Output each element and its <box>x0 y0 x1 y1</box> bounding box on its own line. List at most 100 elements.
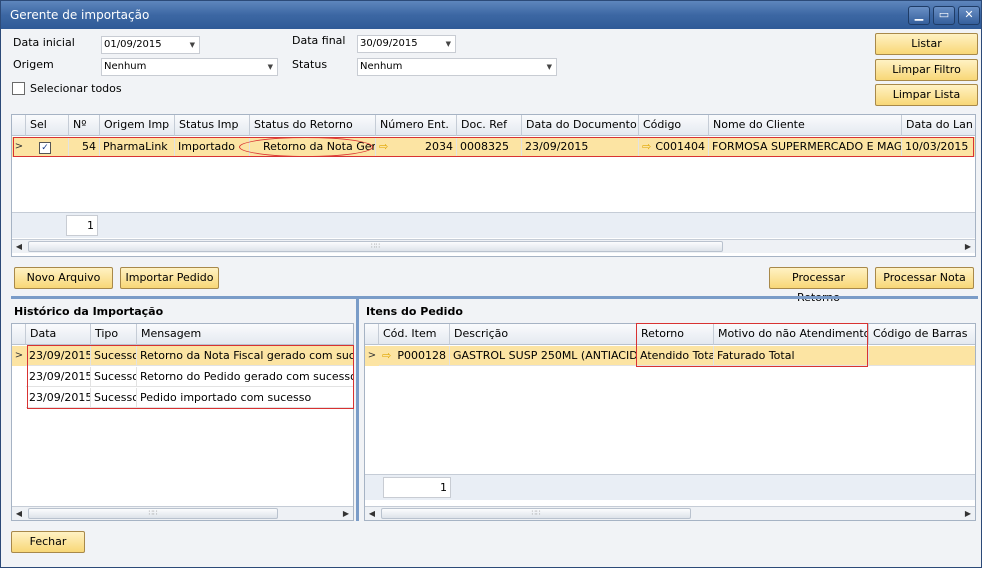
table-row[interactable]: 23/09/2015 Sucesso Retorno do Pedido ger… <box>12 367 353 387</box>
nome-cliente-cell: FORMOSA SUPERMERCADO E MAGAZINE <box>709 137 902 157</box>
vertical-splitter[interactable] <box>356 299 359 521</box>
col-header-mensagem[interactable]: Mensagem <box>137 324 353 345</box>
col-header-data[interactable]: Data <box>26 324 91 345</box>
data-cell: 23/09/2015 <box>26 346 91 366</box>
mensagem-cell: Retorno do Pedido gerado com sucesso <box>137 367 353 387</box>
row-indicator-icon: > <box>14 141 24 152</box>
col-header-numero[interactable]: Nº <box>69 115 100 136</box>
col-header-nome-cliente[interactable]: Nome do Cliente <box>709 115 902 136</box>
historico-grid: Data Tipo Mensagem > 23/09/2015 Sucesso … <box>11 323 354 521</box>
scroll-left-icon[interactable]: ◀ <box>12 240 26 253</box>
processar-nota-button[interactable]: Processar Nota <box>875 267 974 289</box>
selecionar-todos-checkbox[interactable] <box>12 82 25 95</box>
selecionar-todos-label: Selecionar todos <box>30 82 122 95</box>
horizontal-splitter[interactable] <box>11 296 978 299</box>
grid-footer: 1 <box>12 212 975 238</box>
chevron-down-icon[interactable]: ▼ <box>268 59 273 75</box>
limpar-lista-button[interactable]: Limpar Lista <box>875 84 978 106</box>
tipo-cell: Sucesso <box>91 367 137 387</box>
page-number-field[interactable]: 1 <box>66 215 98 236</box>
link-arrow-icon[interactable]: ⇨ <box>379 140 388 153</box>
importar-pedido-button[interactable]: Importar Pedido <box>120 267 219 289</box>
col-header-data-lan[interactable]: Data do Lan <box>902 115 975 136</box>
limpar-filtro-button[interactable]: Limpar Filtro <box>875 59 978 81</box>
scroll-thumb[interactable]: ∷∷ <box>28 508 278 519</box>
tipo-cell: Sucesso <box>91 388 137 408</box>
status-value: Nenhum <box>360 61 403 72</box>
row-indicator-header <box>12 324 26 345</box>
scroll-thumb[interactable]: ∷∷ <box>381 508 691 519</box>
row-indicator-icon: > <box>367 350 377 361</box>
page-number-field[interactable]: 1 <box>383 477 451 498</box>
col-header-numero-ent[interactable]: Número Ent. <box>376 115 457 136</box>
status-imp-cell: Importado <box>175 137 250 157</box>
fechar-button[interactable]: Fechar <box>11 531 85 553</box>
row-indicator-icon: > <box>14 350 24 361</box>
col-header-origem[interactable]: Origem Imp <box>100 115 175 136</box>
col-header-status-imp[interactable]: Status Imp <box>175 115 250 136</box>
origem-label: Origem <box>13 58 54 71</box>
cod-item-cell[interactable]: ⇨ P000128 <box>379 346 450 366</box>
data-final-label: Data final <box>292 34 346 47</box>
listar-button[interactable]: Listar <box>875 33 978 55</box>
doc-ref-cell: 0008325 <box>457 137 522 157</box>
col-header-cod-item[interactable]: Cód. Item <box>379 324 450 345</box>
maximize-button[interactable]: ▭ <box>933 6 955 25</box>
tipo-cell: Sucesso <box>91 346 137 366</box>
numero-ent-cell[interactable]: ⇨ 2034 <box>376 137 457 157</box>
horizontal-scrollbar[interactable]: ◀ ∷∷ ▶ <box>12 506 353 520</box>
table-row[interactable]: > ✓ 54 PharmaLink Importado Retorno da N… <box>12 137 975 157</box>
col-header-motivo[interactable]: Motivo do não Atendimento <box>714 324 869 345</box>
table-row[interactable]: > ⇨ P000128 GASTROL SUSP 250ML (ANTIACID… <box>365 346 975 366</box>
sel-cell[interactable]: ✓ <box>26 137 69 157</box>
data-lan-cell: 10/03/2015 <box>902 137 975 157</box>
close-button[interactable]: ✕ <box>958 6 980 25</box>
processar-retorno-button[interactable]: Processar Retorno <box>769 267 868 304</box>
col-header-descricao[interactable]: Descrição <box>450 324 637 345</box>
col-header-status-retorno[interactable]: Status do Retorno <box>250 115 376 136</box>
motivo-cell: Faturado Total <box>714 346 869 366</box>
col-header-codigo[interactable]: Código <box>639 115 709 136</box>
link-arrow-icon[interactable]: ⇨ <box>642 140 651 153</box>
table-row[interactable]: > 23/09/2015 Sucesso Retorno da Nota Fis… <box>12 346 353 366</box>
col-header-codigo-barras[interactable]: Código de Barras <box>869 324 975 345</box>
scroll-left-icon[interactable]: ◀ <box>365 507 379 520</box>
col-header-data-documento[interactable]: Data do Documento <box>522 115 639 136</box>
col-header-retorno[interactable]: Retorno <box>637 324 714 345</box>
scroll-right-icon[interactable]: ▶ <box>961 240 975 253</box>
scroll-right-icon[interactable]: ▶ <box>339 507 353 520</box>
col-header-sel[interactable]: Sel <box>26 115 69 136</box>
minimize-button[interactable]: ▁ <box>908 6 930 25</box>
col-header-tipo[interactable]: Tipo <box>91 324 137 345</box>
scroll-right-icon[interactable]: ▶ <box>961 507 975 520</box>
scroll-thumb[interactable]: ∷∷ <box>28 241 723 252</box>
horizontal-scrollbar[interactable]: ◀ ∷∷ ▶ <box>12 239 975 253</box>
retorno-cell: Atendido Total <box>637 346 714 366</box>
itens-title: Itens do Pedido <box>366 305 463 318</box>
status-select[interactable]: Nenhum ▼ <box>357 58 557 76</box>
title-bar[interactable]: Gerente de importação ▁ ▭ ✕ <box>1 1 981 29</box>
chevron-down-icon[interactable]: ▼ <box>547 59 552 75</box>
horizontal-scrollbar[interactable]: ◀ ∷∷ ▶ <box>365 506 975 520</box>
descricao-cell: GASTROL SUSP 250ML (ANTIACIDO) <box>450 346 637 366</box>
numero-cell: 54 <box>69 137 100 157</box>
codigo-value: C001404 <box>655 140 705 153</box>
chevron-down-icon[interactable]: ▼ <box>446 36 451 52</box>
data-documento-cell: 23/09/2015 <box>522 137 639 157</box>
novo-arquivo-button[interactable]: Novo Arquivo <box>14 267 113 289</box>
scroll-left-icon[interactable]: ◀ <box>12 507 26 520</box>
table-row[interactable]: 23/09/2015 Sucesso Pedido importado com … <box>12 388 353 408</box>
data-final-field[interactable]: 30/09/2015 ▼ <box>357 35 456 53</box>
col-header-doc-ref[interactable]: Doc. Ref <box>457 115 522 136</box>
row-indicator-header <box>12 115 26 136</box>
codigo-barras-cell <box>869 346 975 366</box>
link-arrow-icon[interactable]: ⇨ <box>382 349 391 362</box>
checkbox-icon[interactable]: ✓ <box>39 142 51 154</box>
data-final-value: 30/09/2015 <box>360 38 418 49</box>
data-inicial-value: 01/09/2015 <box>104 39 162 50</box>
origem-select[interactable]: Nenhum ▼ <box>101 58 278 76</box>
chevron-down-icon[interactable]: ▼ <box>190 37 195 53</box>
codigo-cell[interactable]: ⇨ C001404 <box>639 137 709 157</box>
data-inicial-field[interactable]: 01/09/2015 ▼ <box>101 36 200 54</box>
cod-item-value: P000128 <box>397 349 446 362</box>
